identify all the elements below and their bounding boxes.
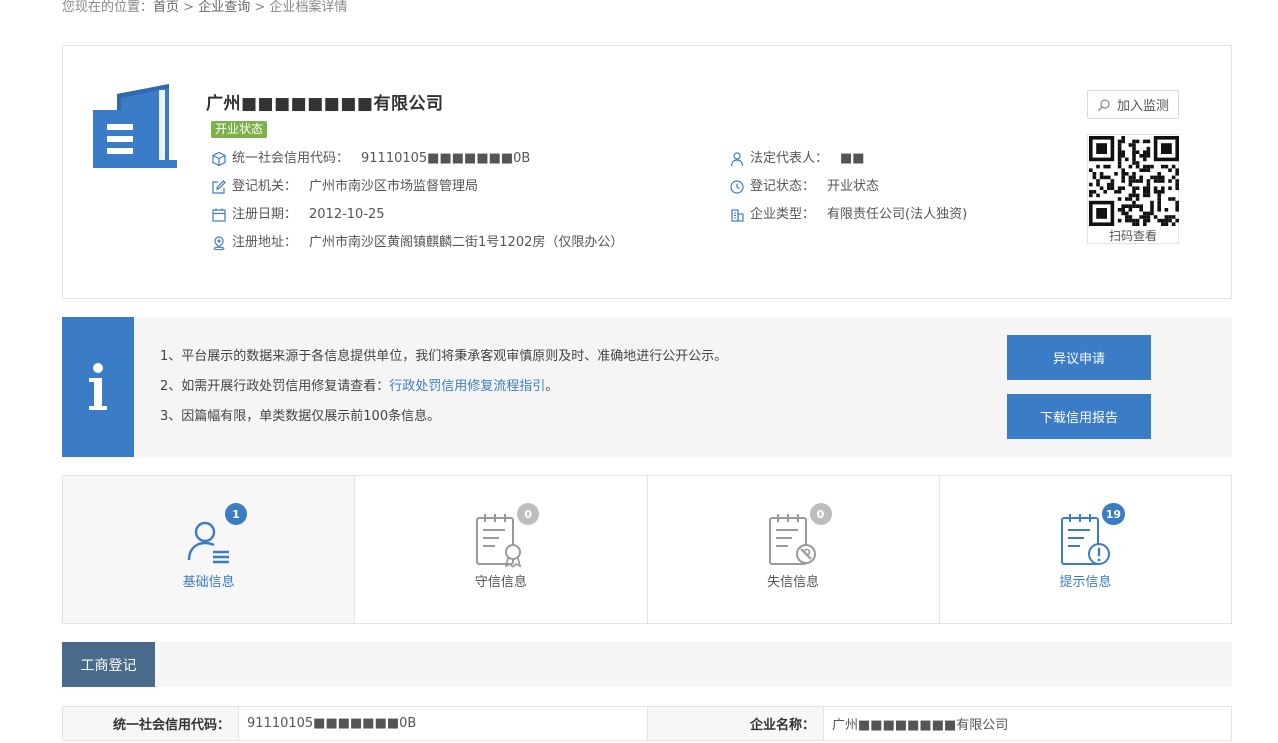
notice-line-2-suffix: 。 xyxy=(545,379,559,394)
status-badge: 开业状态 xyxy=(211,121,268,138)
clock-icon xyxy=(730,180,744,194)
authority-row: 登记机关： 广州市南沙区市场监督管理局 xyxy=(211,178,478,196)
tab-count-badge: 0 xyxy=(517,503,540,525)
qr-code-icon xyxy=(1089,136,1179,226)
tab-trust-info[interactable]: 0 守信信息 xyxy=(355,476,648,623)
notice-line-3: 3、因篇幅有限，单类数据仅展示前100条信息。 xyxy=(160,409,441,424)
company-type-row: 企业类型： 有限责任公司(法人独资) xyxy=(729,206,967,224)
office-building-icon xyxy=(731,209,744,222)
cube-icon xyxy=(212,151,226,167)
credit-code-label: 统一社会信用代码： xyxy=(232,151,350,166)
authority-label: 登记机关： xyxy=(232,179,298,194)
company-type-value: 有限责任公司(法人独资) xyxy=(827,207,968,222)
table-key: 统一社会信用代码： xyxy=(62,706,239,741)
tab-label: 提示信息 xyxy=(1059,575,1112,590)
reg-status-value: 开业状态 xyxy=(827,179,880,194)
address-label: 注册地址： xyxy=(232,235,298,250)
reg-status-label: 登记状态： xyxy=(750,179,816,194)
legal-rep-value: ■■ xyxy=(840,151,865,166)
add-monitor-button[interactable]: 加入监测 xyxy=(1087,90,1179,119)
section-header: 工商登记 xyxy=(62,642,1232,687)
objection-button[interactable]: 异议申请 xyxy=(1007,335,1151,380)
download-report-button[interactable]: 下载信用报告 xyxy=(1007,394,1151,439)
add-monitor-label: 加入监测 xyxy=(1116,99,1169,114)
tab-notice-info[interactable]: 19 提示信息 xyxy=(939,476,1231,623)
calendar-icon xyxy=(212,208,226,222)
table-value: 91110105■■■■■■■0B xyxy=(238,706,648,741)
tab-label: 守信信息 xyxy=(474,575,527,590)
company-type-label: 企业类型： xyxy=(750,207,816,222)
breadcrumb-prefix: 您现在的位置： xyxy=(62,0,154,15)
tab-count-badge: 0 xyxy=(809,503,832,525)
tab-count-badge: 19 xyxy=(1101,503,1126,525)
tab-basic-info[interactable]: 1 基础信息 xyxy=(63,476,356,623)
credit-code-row: 统一社会信用代码： 91110105■■■■■■■0B xyxy=(211,150,530,168)
breadcrumb-home-link[interactable]: 首页 xyxy=(153,0,179,15)
notice-line-2: 2、如需开展行政处罚信用修复请查看：行政处罚信用修复流程指引。 xyxy=(160,378,558,396)
reg-date-label: 注册日期： xyxy=(232,207,298,222)
legal-rep-row: 法定代表人： ■■ xyxy=(729,150,865,168)
address-row: 注册地址： 广州市南沙区黄阁镇麒麟二街1号1202房（仅限办公） xyxy=(211,234,623,252)
breadcrumb: 您现在的位置：首页 > 企业查询 > 企业档案详情 xyxy=(62,0,347,16)
table-row: 统一社会信用代码： 91110105■■■■■■■0B 企业名称： 广州■■■■… xyxy=(62,706,1232,741)
breadcrumb-separator: > xyxy=(179,0,199,15)
notice-line-2-prefix: 2、如需开展行政处罚信用修复请查看： xyxy=(160,379,390,394)
legal-rep-label: 法定代表人： xyxy=(750,151,829,166)
authority-value: 广州市南沙区市场监督管理局 xyxy=(309,179,479,194)
search-icon xyxy=(1097,98,1110,111)
notice-line-1: 1、平台展示的数据来源于各信息提供单位，我们将秉承客观审慎原则及时、准确地进行公… xyxy=(160,349,728,364)
company-name: 广州■■■■■■■■有限公司 xyxy=(206,94,444,114)
breadcrumb-search-link[interactable]: 企业查询 xyxy=(198,0,250,15)
tab-count-badge: 1 xyxy=(225,503,247,525)
company-card: 广州■■■■■■■■有限公司 开业状态 统一社会信用代码： 91110105■■… xyxy=(62,45,1232,299)
reg-date-row: 注册日期： 2012-10-25 xyxy=(211,206,385,224)
registration-table: 统一社会信用代码： 91110105■■■■■■■0B 企业名称： 广州■■■■… xyxy=(62,706,1232,741)
breadcrumb-current: 企业档案详情 xyxy=(269,0,348,15)
table-key: 企业名称： xyxy=(647,706,824,741)
breadcrumb-separator: > xyxy=(250,0,270,15)
edit-icon xyxy=(212,180,226,194)
credit-repair-guide-link[interactable]: 行政处罚信用修复流程指引 xyxy=(389,379,545,394)
person-icon xyxy=(730,152,744,167)
tab-label: 基础信息 xyxy=(182,575,235,590)
tab-dishonest-info[interactable]: 0 失信信息 xyxy=(647,476,940,623)
info-icon xyxy=(62,317,134,457)
credit-code-value: 91110105■■■■■■■0B xyxy=(361,151,531,166)
table-value: 广州■■■■■■■■有限公司 xyxy=(823,706,1232,741)
qr-caption: 扫码查看 xyxy=(1108,229,1157,243)
qr-code-box[interactable]: 扫码查看 xyxy=(1087,134,1179,244)
reg-date-value: 2012-10-25 xyxy=(309,207,385,222)
building-icon xyxy=(93,84,177,168)
category-tabs: 1 基础信息 0 守信信息 0 失信信息 19 提示信息 xyxy=(62,475,1232,624)
section-title: 工商登记 xyxy=(62,642,155,687)
address-value: 广州市南沙区黄阁镇麒麟二街1号1202房（仅限办公） xyxy=(309,235,624,250)
location-icon xyxy=(213,236,225,251)
reg-status-row: 登记状态： 开业状态 xyxy=(729,178,879,196)
notice-panel: 1、平台展示的数据来源于各信息提供单位，我们将秉承客观审慎原则及时、准确地进行公… xyxy=(62,317,1232,457)
tab-label: 失信信息 xyxy=(767,575,820,590)
